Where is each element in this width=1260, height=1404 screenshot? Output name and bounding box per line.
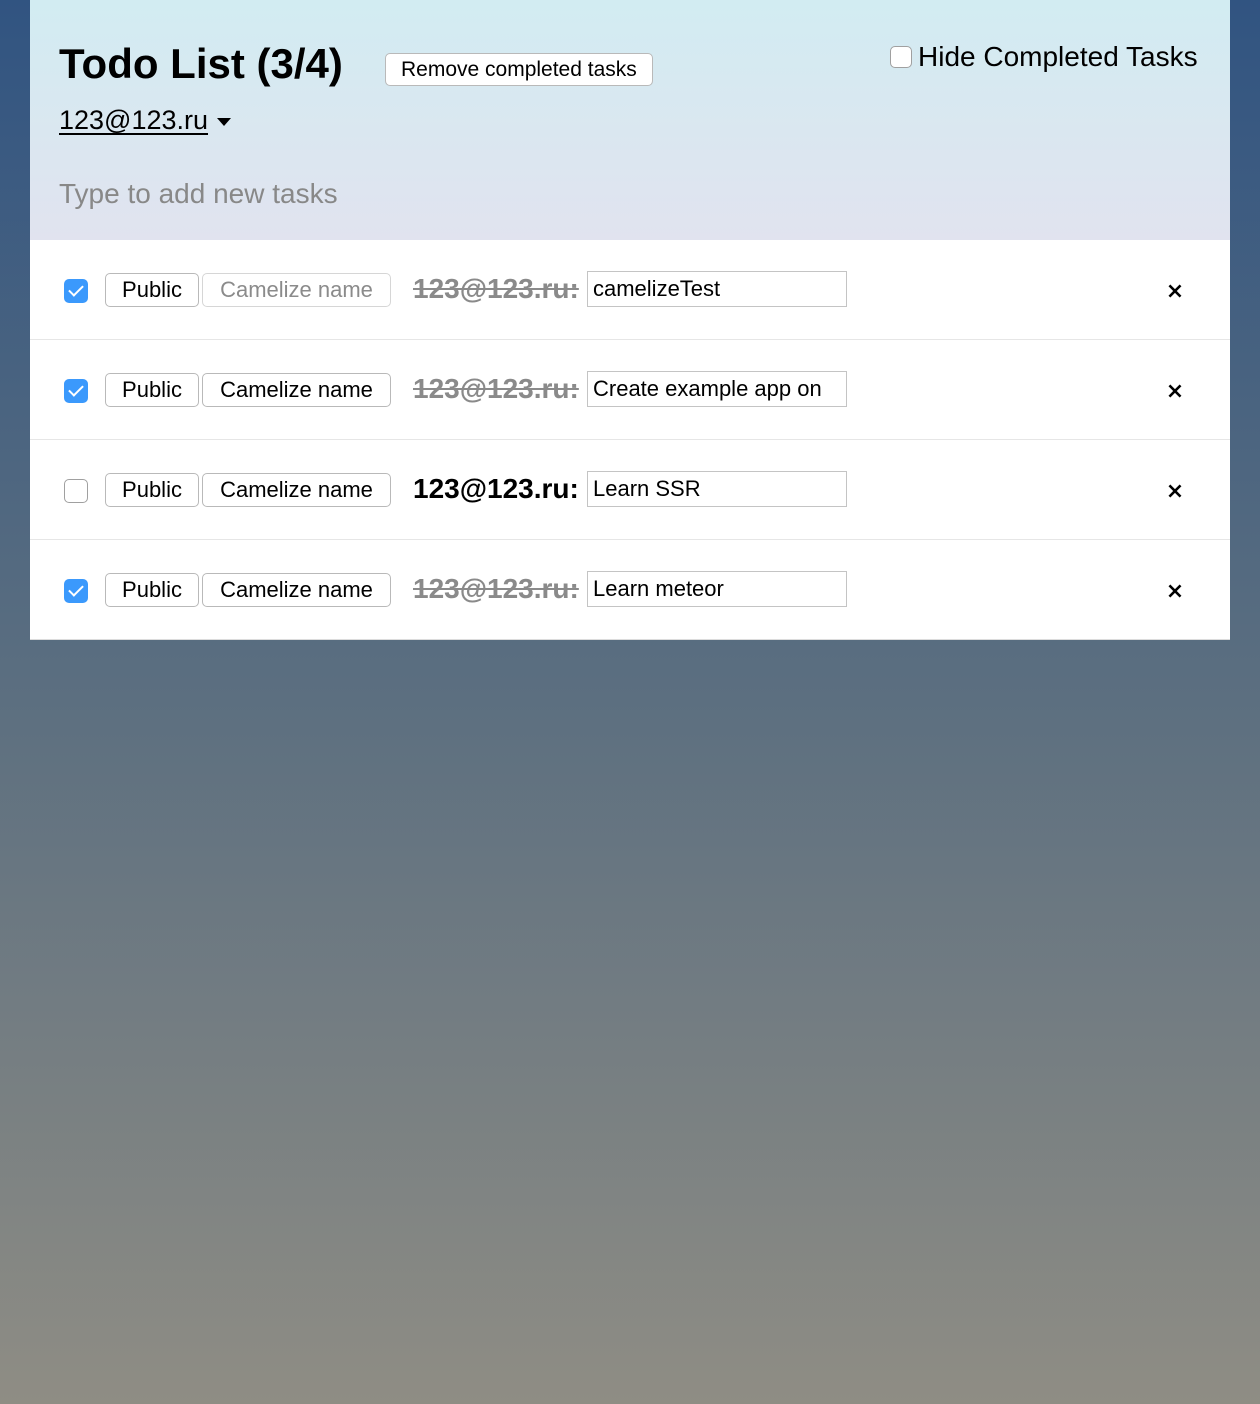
task-owner: 123@123.ru: xyxy=(413,473,579,504)
task-text-input[interactable] xyxy=(587,271,847,307)
task-owner: 123@123.ru: xyxy=(413,573,579,604)
account-email: 123@123.ru xyxy=(59,105,209,135)
task-text-input[interactable] xyxy=(587,371,847,407)
public-button[interactable]: Public xyxy=(105,573,199,607)
task-checkbox[interactable] xyxy=(64,479,88,503)
camelize-name-button[interactable]: Camelize name xyxy=(202,373,391,407)
hide-completed-label: Hide Completed Tasks xyxy=(918,41,1198,72)
account-dropdown[interactable]: 123@123.ru xyxy=(59,105,232,136)
task-checkbox[interactable] xyxy=(64,379,88,403)
task-checkbox[interactable] xyxy=(64,279,88,303)
hide-completed-toggle[interactable]: Hide Completed Tasks xyxy=(890,40,1198,74)
task-checkbox[interactable] xyxy=(64,579,88,603)
task-text-input[interactable] xyxy=(587,571,847,607)
delete-icon[interactable]: × xyxy=(1160,374,1190,408)
public-button[interactable]: Public xyxy=(105,373,199,407)
task-item: Public Camelize name 123@123.ru: × xyxy=(30,240,1230,340)
new-task-input[interactable] xyxy=(59,170,759,218)
caret-down-icon xyxy=(217,117,232,126)
task-item: Public Camelize name 123@123.ru: × xyxy=(30,340,1230,440)
page-title: Todo List (3/4) xyxy=(59,40,343,87)
delete-icon[interactable]: × xyxy=(1160,574,1190,608)
app-header: Todo List (3/4) Remove completed tasks H… xyxy=(30,0,1230,240)
public-button[interactable]: Public xyxy=(105,473,199,507)
task-item: Public Camelize name 123@123.ru: × xyxy=(30,540,1230,640)
task-item: Public Camelize name 123@123.ru: × xyxy=(30,440,1230,540)
delete-icon[interactable]: × xyxy=(1160,274,1190,308)
camelize-name-button[interactable]: Camelize name xyxy=(202,573,391,607)
hide-completed-checkbox[interactable] xyxy=(890,46,912,68)
delete-icon[interactable]: × xyxy=(1160,474,1190,508)
public-button[interactable]: Public xyxy=(105,273,199,307)
task-owner: 123@123.ru: xyxy=(413,273,579,304)
todo-app: Todo List (3/4) Remove completed tasks H… xyxy=(30,0,1230,640)
camelize-name-button[interactable]: Camelize name xyxy=(202,473,391,507)
camelize-name-button[interactable]: Camelize name xyxy=(202,273,391,307)
task-owner: 123@123.ru: xyxy=(413,373,579,404)
task-list: Public Camelize name 123@123.ru: × Publi… xyxy=(30,240,1230,640)
remove-completed-button[interactable]: Remove completed tasks xyxy=(385,53,653,86)
task-text-input[interactable] xyxy=(587,471,847,507)
